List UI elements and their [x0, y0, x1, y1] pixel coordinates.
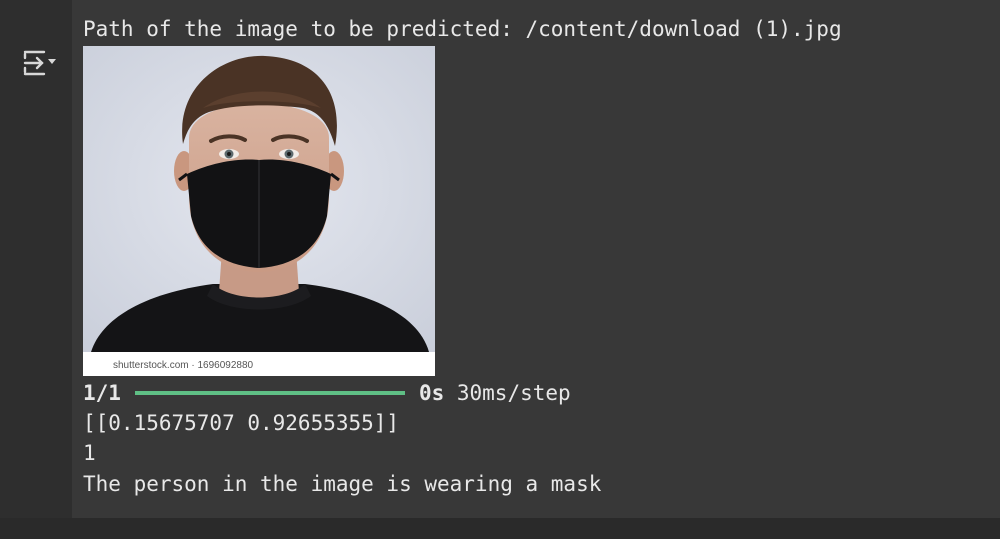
output-area: Path of the image to be predicted: /cont… [72, 0, 1000, 518]
prediction-image: shutterstock.com · 1696092880 [83, 46, 435, 376]
progress-row: 1/1 0s 30ms/step [83, 378, 571, 408]
progress-bar [134, 391, 405, 395]
cell-bottom-divider [0, 518, 1000, 539]
output-cell: Path of the image to be predicted: /cont… [0, 0, 1000, 539]
result-text: The person in the image is wearing a mas… [83, 472, 602, 496]
image-path-text: Path of the image to be predicted: /cont… [83, 17, 842, 41]
progress-time: 0s [418, 381, 445, 405]
person-photo: shutterstock.com · 1696092880 [83, 46, 435, 376]
progress-fill [134, 391, 405, 395]
progress-rate: 30ms/step [444, 381, 571, 405]
output-toggle-icon [23, 50, 56, 76]
predicted-class-text: 1 [83, 441, 96, 465]
output-gutter [0, 0, 72, 518]
progress-step: 1/1 [83, 381, 121, 405]
output-toggle-button[interactable] [18, 46, 62, 80]
prediction-array-text: [[0.15675707 0.92655355]] [83, 411, 400, 435]
watermark-text: shutterstock.com · 1696092880 [113, 360, 254, 371]
